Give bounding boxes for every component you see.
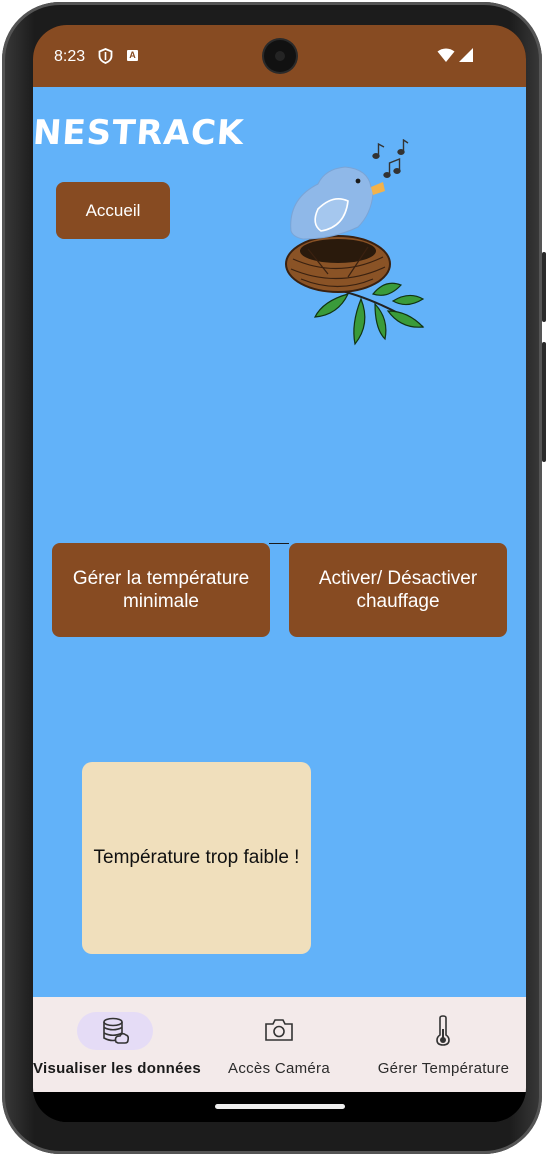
nav-item-temperature[interactable]: Gérer Température <box>361 997 526 1092</box>
status-bar: 8:23 A <box>33 25 526 87</box>
main-content: NESTRACK Accueil Gérer la température mi… <box>33 87 526 997</box>
nav-label-camera: Accès Caméra <box>228 1060 330 1077</box>
nav-item-camera[interactable]: Accès Caméra <box>197 997 361 1092</box>
manage-min-temperature-button[interactable]: Gérer la température minimale <box>52 543 270 637</box>
bird-in-nest-icon <box>285 139 425 346</box>
home-gesture-handle[interactable] <box>215 1104 345 1109</box>
alert-message: Température trop faible ! <box>93 847 300 868</box>
nav-item-data[interactable]: Visualiser les données <box>33 997 202 1092</box>
a-key-icon: A <box>127 50 138 61</box>
wifi-icon <box>437 48 455 62</box>
home-button[interactable]: Accueil <box>56 182 170 239</box>
signal-icon <box>459 48 473 62</box>
app-logo: NESTRACK <box>33 113 246 153</box>
nav-label-temperature: Gérer Température <box>377 1060 510 1077</box>
screen: 8:23 A NESTRACK Accueil Gérer la tempéra… <box>33 25 526 1122</box>
volume-button <box>542 342 546 462</box>
shield-icon <box>98 48 113 64</box>
temperature-alert-card: Température trop faible ! <box>82 762 311 954</box>
camera-icon <box>265 1019 293 1041</box>
status-time: 8:23 <box>54 48 86 65</box>
power-button <box>542 252 546 322</box>
database-icon <box>103 1017 129 1044</box>
divider-line <box>269 543 289 544</box>
thermometer-icon <box>436 1015 450 1046</box>
bottom-navigation: Visualiser les données Accès Caméra Gére… <box>33 997 526 1092</box>
toggle-heating-button[interactable]: Activer/ Désactiver chauffage <box>289 543 507 637</box>
phone-frame: 8:23 A NESTRACK Accueil Gérer la tempéra… <box>2 2 546 1154</box>
front-camera <box>264 40 296 72</box>
nav-label-data: Visualiser les données <box>33 1060 202 1077</box>
